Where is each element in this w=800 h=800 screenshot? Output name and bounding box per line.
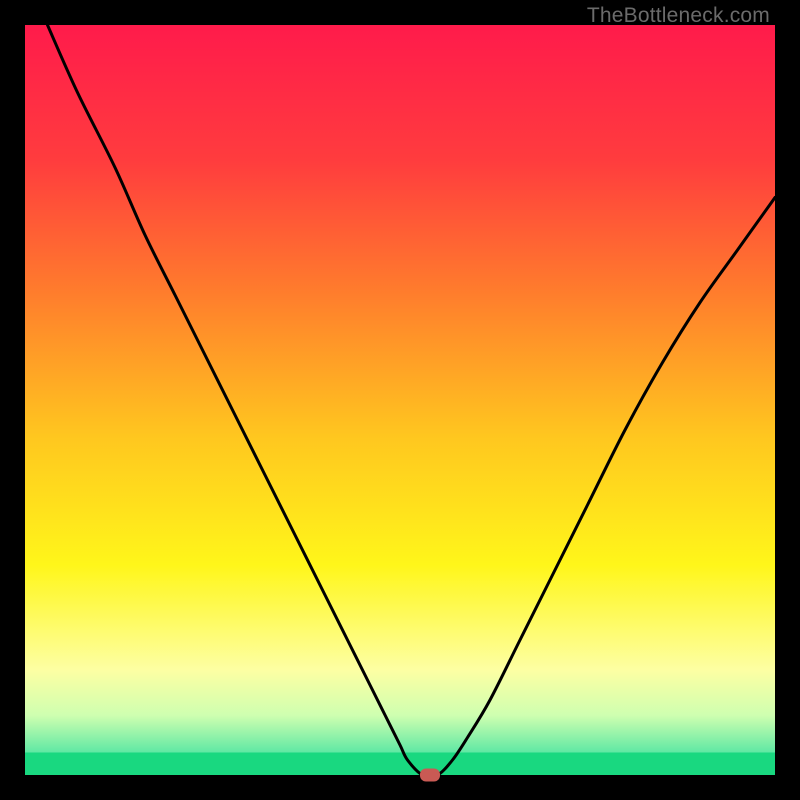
chart-background <box>25 25 775 775</box>
chart-frame <box>25 25 775 775</box>
chart-marker <box>420 769 440 782</box>
watermark-text: TheBottleneck.com <box>587 4 770 28</box>
chart-green-band <box>25 753 775 776</box>
chart-svg <box>25 25 775 775</box>
